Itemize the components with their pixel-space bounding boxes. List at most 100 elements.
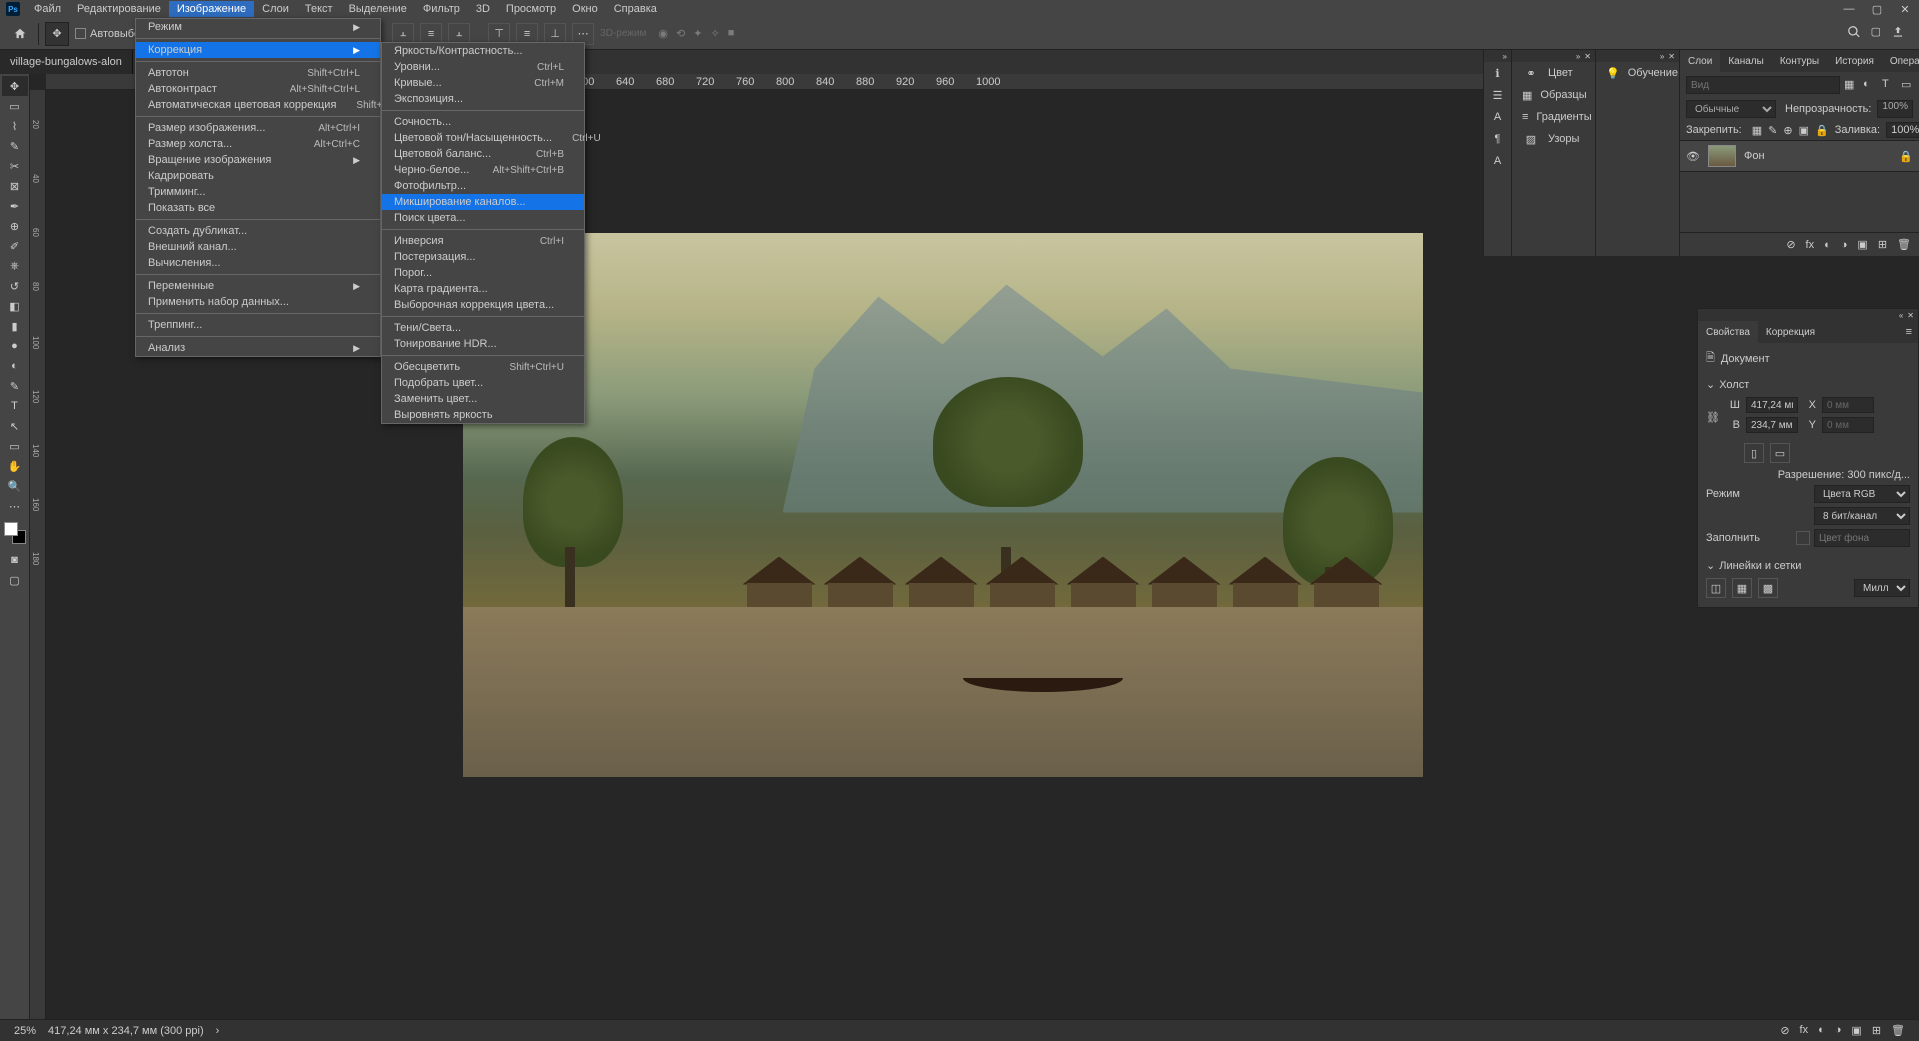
expand-icon[interactable]: » [1660,52,1664,61]
menu-item[interactable]: Создать дубликат... [136,223,380,239]
menu-item[interactable]: Цветовой баланс...Ctrl+B [382,146,584,162]
frame-tool[interactable]: ⊠ [2,176,28,196]
menu-item[interactable]: Выборочная коррекция цвета... [382,297,584,313]
lasso-tool[interactable]: ⌇ [2,116,28,136]
menu-item[interactable]: АвтоконтрастAlt+Shift+Ctrl+L [136,81,380,97]
menu-item[interactable]: Подобрать цвет... [382,375,584,391]
maximize-button[interactable]: ▢ [1863,0,1891,18]
close-icon[interactable]: ✕ [1584,52,1591,61]
rulers-section-toggle[interactable]: ⌄Линейки и сетки [1706,559,1910,572]
status-arrow-icon[interactable]: › [216,1025,220,1037]
layer-item[interactable]: 👁 Фон 🔒 [1680,140,1919,172]
canvas-section-toggle[interactable]: ⌄Холст [1706,378,1910,391]
close-button[interactable]: ✕ [1891,0,1919,18]
menu-item[interactable]: Анализ▶ [136,340,380,356]
tab-каналы[interactable]: Каналы [1720,50,1772,72]
menu-item[interactable]: ОбесцветитьShift+Ctrl+U [382,359,584,375]
lock-paint-icon[interactable]: ✎ [1768,124,1777,137]
lock-icon[interactable]: 🔒 [1899,150,1913,163]
link-dimensions-icon[interactable]: ⛓ [1706,411,1720,424]
status-icon[interactable]: ◑ [1835,1024,1842,1037]
menu-item[interactable]: Автоматическая цветовая коррекцияShift+C… [136,97,380,113]
fill-value[interactable]: 100% [1886,122,1919,138]
blur-tool[interactable]: ● [2,336,28,356]
height-input[interactable] [1746,417,1798,433]
document-tab[interactable]: village-bungalows-alon [0,50,133,74]
tab-adjustments[interactable]: Коррекция [1758,321,1823,343]
menu-item[interactable]: Кривые...Ctrl+M [382,75,584,91]
workspace-icon[interactable]: ▢ [1871,25,1881,42]
3d-icon[interactable]: ⟲ [676,27,685,40]
menu-изображение[interactable]: Изображение [169,1,254,17]
mini-panel-button[interactable]: ℹ [1484,62,1511,84]
crop-tool[interactable]: ✂ [2,156,28,176]
ruler-icon[interactable]: ◫ [1706,578,1726,598]
move-tool[interactable]: ✥ [2,76,28,96]
mini-panel-button[interactable]: A [1484,150,1511,172]
menu-item[interactable]: Цветовой тон/Насыщенность...Ctrl+U [382,130,584,146]
tab-properties[interactable]: Свойства [1698,321,1758,343]
share-icon[interactable] [1891,25,1905,42]
x-input[interactable] [1822,397,1874,413]
menu-item[interactable]: Режим▶ [136,19,380,35]
guides-icon[interactable]: ▩ [1758,578,1778,598]
gradient-tool[interactable]: ▮ [2,316,28,336]
status-icon[interactable]: ▣ [1851,1024,1861,1037]
menu-item[interactable]: Заменить цвет... [382,391,584,407]
color-swatches[interactable] [4,522,26,544]
units-select[interactable]: Миллиме... [1854,579,1910,597]
menu-item[interactable]: Внешний канал... [136,239,380,255]
mini-panel-button[interactable]: ▦Образцы [1512,84,1595,106]
new-layer-icon[interactable]: ⊞ [1878,238,1887,251]
menu-редактирование[interactable]: Редактирование [69,1,169,17]
filter-shape-icon[interactable]: ▭ [1901,78,1916,93]
3d-icon[interactable]: ✧ [710,27,719,40]
document-canvas[interactable] [463,233,1423,777]
menu-item[interactable]: Размер холста...Alt+Ctrl+C [136,136,380,152]
tab-контуры[interactable]: Контуры [1772,50,1827,72]
adjustment-icon[interactable]: ◑ [1841,239,1848,251]
path-tool[interactable]: ↖ [2,416,28,436]
close-icon[interactable]: ✕ [1668,52,1675,61]
brush-tool[interactable]: ✐ [2,236,28,256]
eraser-tool[interactable]: ◧ [2,296,28,316]
zoom-level[interactable]: 25% [14,1025,36,1037]
stamp-tool[interactable]: ⎈ [2,256,28,276]
pen-tool[interactable]: ✎ [2,376,28,396]
status-icon[interactable]: ⊘ [1780,1024,1789,1037]
mini-panel-button[interactable]: ≡Градиенты [1512,106,1595,128]
menu-item[interactable]: Тонирование HDR... [382,336,584,352]
menu-item[interactable]: Коррекция▶ [136,42,380,58]
filter-image-icon[interactable]: ▦ [1844,78,1859,93]
3d-icon[interactable]: ◉ [658,27,668,40]
lock-all-icon[interactable]: 🔒 [1815,124,1829,137]
color-mode-select[interactable]: Цвета RGB [1814,485,1910,503]
mini-panel-button[interactable]: ¶ [1484,128,1511,150]
mini-panel-button[interactable]: A [1484,106,1511,128]
history-brush-tool[interactable]: ↺ [2,276,28,296]
expand-icon[interactable]: » [1503,52,1507,61]
mini-panel-button[interactable]: ▨Узоры [1512,128,1595,150]
fill-color-select[interactable]: Цвет фона [1814,529,1910,547]
menu-выделение[interactable]: Выделение [341,1,415,17]
lock-position-icon[interactable]: ⊕ [1783,124,1792,137]
menu-item[interactable]: Тримминг... [136,184,380,200]
healing-tool[interactable]: ⊕ [2,216,28,236]
3d-icon[interactable]: ■ [728,27,735,40]
status-icon[interactable]: 🗑 [1891,1024,1905,1037]
menu-item[interactable]: Порог... [382,265,584,281]
group-icon[interactable]: ▣ [1857,238,1867,251]
bit-depth-select[interactable]: 8 бит/канал [1814,507,1910,525]
link-icon[interactable]: ⊘ [1786,238,1795,251]
quick-mask-icon[interactable]: ◙ [2,550,28,570]
3d-icon[interactable]: ✦ [693,27,702,40]
menu-item[interactable]: Фотофильтр... [382,178,584,194]
fx-icon[interactable]: fx [1806,239,1815,251]
delete-icon[interactable]: 🗑 [1897,238,1911,251]
expand-icon[interactable]: » [1576,52,1580,61]
grid-icon[interactable]: ▦ [1732,578,1752,598]
menu-справка[interactable]: Справка [606,1,665,17]
eyedropper-tool[interactable]: ✒ [2,196,28,216]
zoom-tool[interactable]: 🔍 [2,476,28,496]
menu-слои[interactable]: Слои [254,1,297,17]
